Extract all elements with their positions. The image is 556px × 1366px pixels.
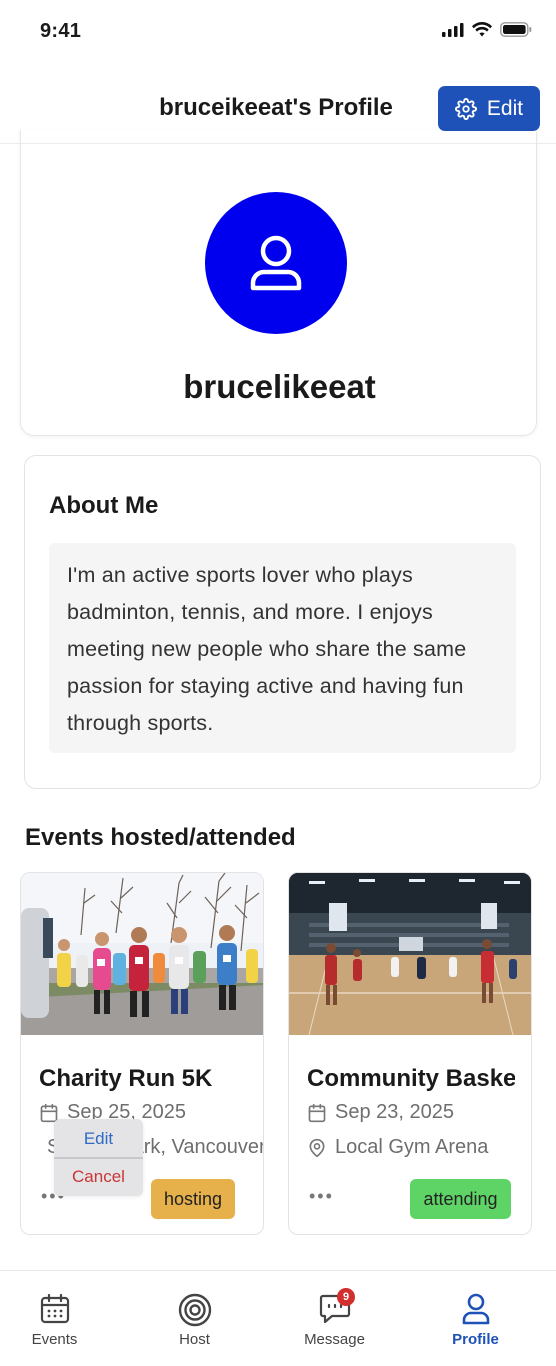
event-location: Local Gym Arena xyxy=(307,1136,531,1159)
edit-button-label: Edit xyxy=(486,96,524,120)
status-icons xyxy=(442,22,532,37)
calendar-icon xyxy=(308,1103,326,1122)
person-icon xyxy=(250,235,302,291)
event-date: Sep 23, 2025 xyxy=(307,1101,454,1124)
tab-host[interactable]: Host xyxy=(125,1271,264,1366)
tab-message[interactable]: Message xyxy=(265,1271,404,1366)
events-section-title: Events hosted/attended xyxy=(25,824,296,851)
signal-icon xyxy=(442,22,464,37)
context-menu-cancel[interactable]: Cancel xyxy=(54,1167,143,1187)
event-image-basketball xyxy=(289,873,531,1035)
event-name: Community Basketball xyxy=(307,1065,515,1092)
status-badge: attending xyxy=(410,1179,511,1219)
tab-profile[interactable]: Profile xyxy=(406,1271,545,1366)
about-title: About Me xyxy=(49,492,159,519)
calendar-icon xyxy=(40,1293,69,1324)
tab-label: Message xyxy=(304,1331,365,1348)
location-pin-icon xyxy=(309,1138,325,1157)
person-icon xyxy=(462,1293,489,1325)
profile-card: brucelikeeat xyxy=(20,130,537,436)
about-text: I'm an active sports lover who plays bad… xyxy=(49,543,516,753)
tab-events[interactable]: Events xyxy=(0,1271,124,1366)
tab-label: Profile xyxy=(452,1331,499,1348)
status-bar: 9:41 xyxy=(0,0,556,62)
target-icon xyxy=(178,1293,211,1327)
status-time: 9:41 xyxy=(40,20,82,42)
event-card[interactable]: Community Basketball Sep 23, 2025 Local … xyxy=(288,872,532,1235)
event-context-menu: Edit Cancel xyxy=(54,1119,143,1196)
avatar xyxy=(205,192,347,334)
wifi-icon xyxy=(472,22,492,37)
more-options-button[interactable]: ••• xyxy=(309,1187,334,1205)
tab-label: Host xyxy=(179,1331,210,1348)
edit-profile-button[interactable]: Edit xyxy=(438,86,540,131)
message-count-badge: 9 xyxy=(337,1288,355,1306)
event-location-text: Local Gym Arena xyxy=(335,1136,489,1158)
event-date-text: Sep 23, 2025 xyxy=(335,1101,454,1123)
about-card: About Me I'm an active sports lover who … xyxy=(24,455,541,789)
tab-bar: Events Host Message 9 Profile xyxy=(0,1270,556,1366)
context-menu-divider xyxy=(54,1157,143,1159)
battery-icon xyxy=(500,22,532,37)
gear-icon xyxy=(454,97,477,120)
event-image-running xyxy=(21,873,263,1035)
tab-label: Events xyxy=(31,1331,78,1348)
status-badge: hosting xyxy=(151,1179,235,1219)
context-menu-edit[interactable]: Edit xyxy=(54,1129,143,1149)
profile-username: brucelikeeat xyxy=(183,368,376,405)
event-name: Charity Run 5K xyxy=(39,1065,213,1092)
